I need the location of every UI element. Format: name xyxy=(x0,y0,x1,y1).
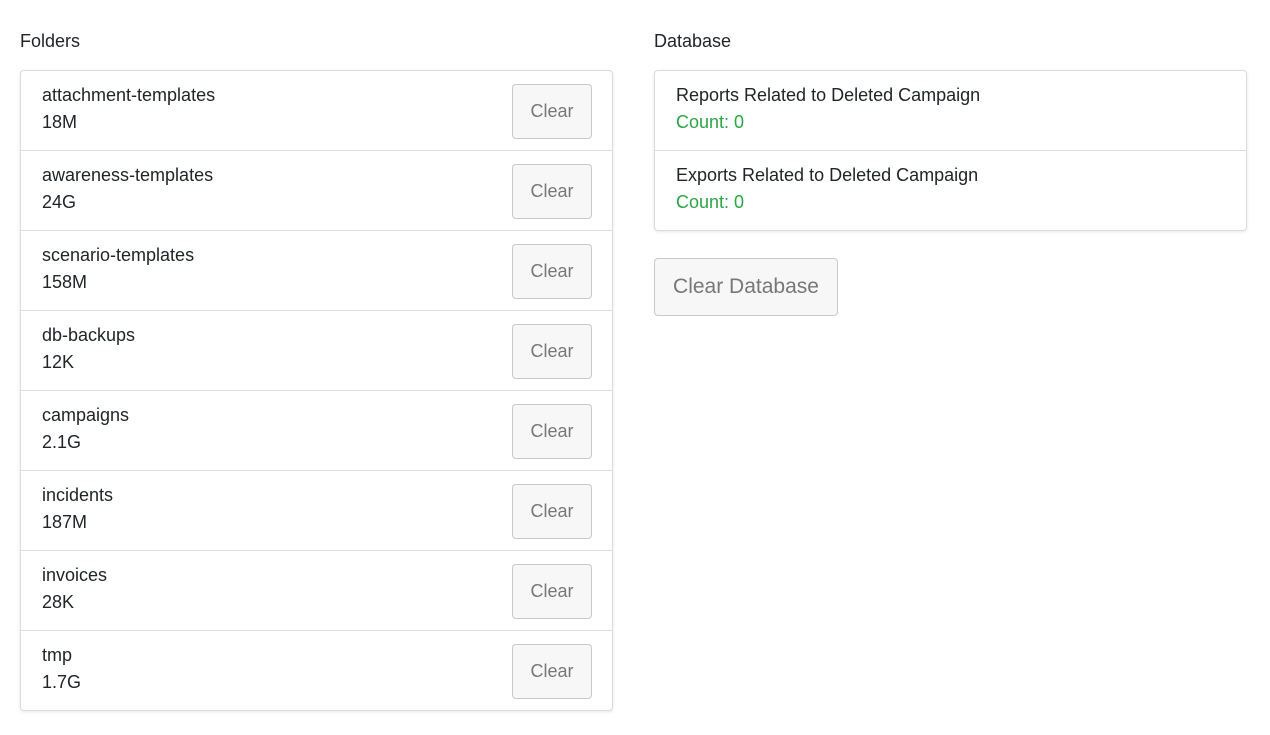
folder-size: 187M xyxy=(42,512,88,532)
clear-folder-button[interactable]: Clear xyxy=(512,404,592,459)
database-item: Exports Related to Deleted Campaign Coun… xyxy=(655,150,1246,230)
database-item-name: Reports Related to Deleted Campaign xyxy=(676,85,981,105)
folder-name: campaigns xyxy=(42,405,130,425)
folder-name: attachment-templates xyxy=(42,85,216,105)
folders-title: Folders xyxy=(20,31,81,51)
folder-size: 12K xyxy=(42,352,75,372)
database-list: Reports Related to Deleted Campaign Coun… xyxy=(654,70,1247,231)
clear-folder-button[interactable]: Clear xyxy=(512,484,592,539)
folder-item: scenario-templates 158M Clear xyxy=(21,230,612,310)
database-item-count: Count: 0 xyxy=(676,112,745,132)
folder-name: invoices xyxy=(42,565,108,585)
clear-folder-button[interactable]: Clear xyxy=(512,244,592,299)
clear-folder-button[interactable]: Clear xyxy=(512,564,592,619)
folder-size: 28K xyxy=(42,592,75,612)
database-item-name: Exports Related to Deleted Campaign xyxy=(676,165,979,185)
folder-size: 24G xyxy=(42,192,77,212)
folder-size: 1.7G xyxy=(42,672,82,692)
folder-size: 158M xyxy=(42,272,88,292)
database-item-count: Count: 0 xyxy=(676,192,745,212)
database-title: Database xyxy=(654,31,732,51)
folder-item: tmp 1.7G Clear xyxy=(21,630,612,710)
folder-item: invoices 28K Clear xyxy=(21,550,612,630)
clear-folder-button[interactable]: Clear xyxy=(512,324,592,379)
folder-item: awareness-templates 24G Clear xyxy=(21,150,612,230)
clear-folder-button[interactable]: Clear xyxy=(512,84,592,139)
folders-panel: Folders attachment-templates 18M Clear a… xyxy=(20,30,613,711)
folders-list: attachment-templates 18M Clear awareness… xyxy=(20,70,613,711)
folder-name: awareness-templates xyxy=(42,165,214,185)
clear-folder-button[interactable]: Clear xyxy=(512,644,592,699)
database-panel: Database Reports Related to Deleted Camp… xyxy=(654,30,1247,316)
clear-folder-button[interactable]: Clear xyxy=(512,164,592,219)
folder-item: attachment-templates 18M Clear xyxy=(21,71,612,150)
folder-name: tmp xyxy=(42,645,73,665)
folder-size: 2.1G xyxy=(42,432,82,452)
folder-name: scenario-templates xyxy=(42,245,195,265)
folder-item: db-backups 12K Clear xyxy=(21,310,612,390)
folder-name: db-backups xyxy=(42,325,136,345)
folder-item: campaigns 2.1G Clear xyxy=(21,390,612,470)
clear-database-button[interactable]: Clear Database xyxy=(654,258,838,316)
folder-item: incidents 187M Clear xyxy=(21,470,612,550)
folder-size: 18M xyxy=(42,112,78,132)
database-item: Reports Related to Deleted Campaign Coun… xyxy=(655,71,1246,150)
folder-name: incidents xyxy=(42,485,114,505)
